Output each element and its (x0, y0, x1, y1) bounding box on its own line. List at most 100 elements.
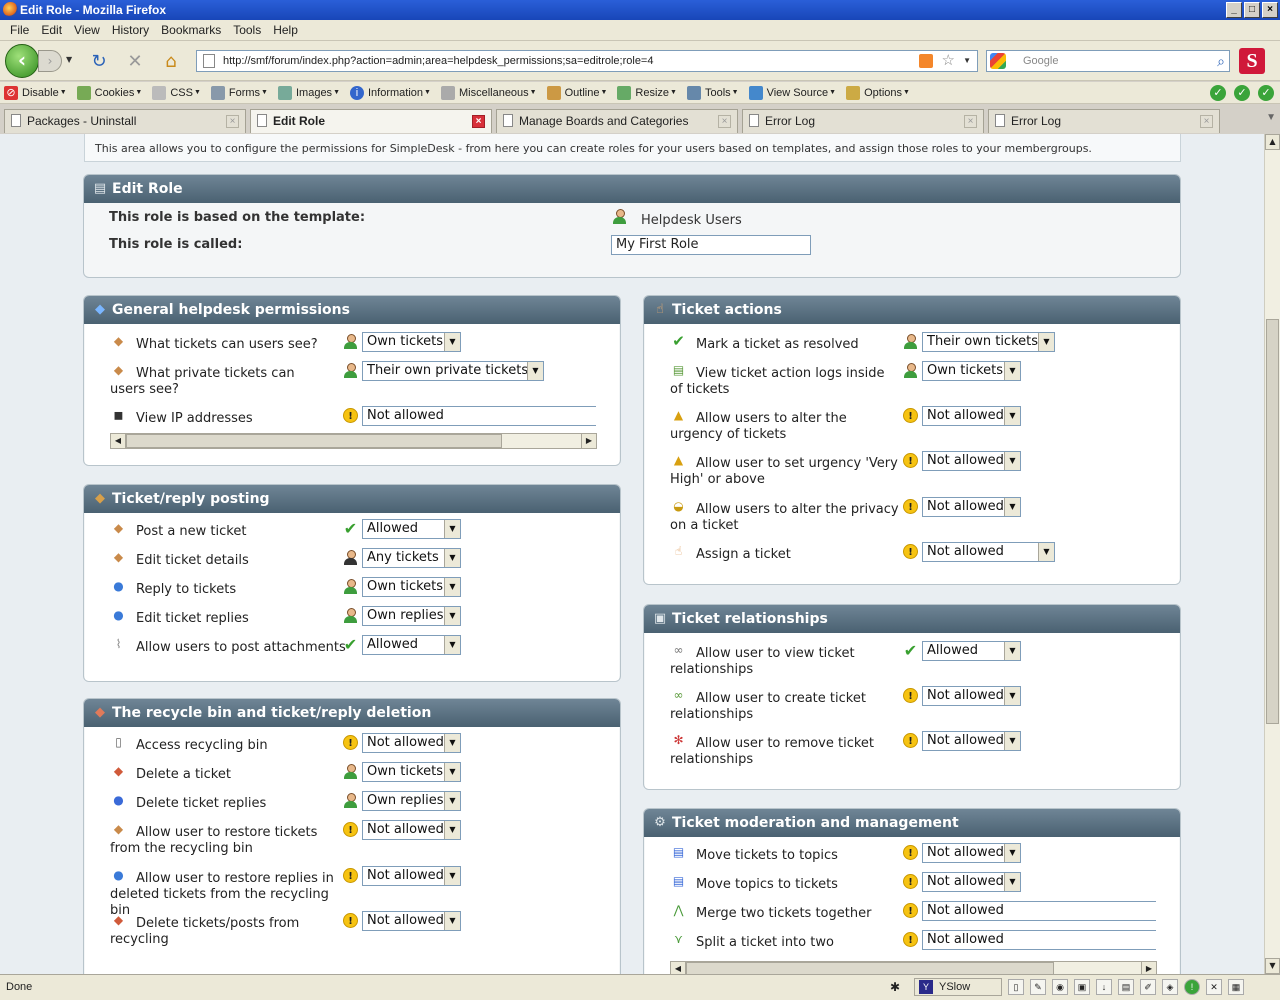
forms-menu[interactable]: Forms ▼ (210, 85, 268, 100)
tab-error-log-2[interactable]: Error Log × (988, 109, 1220, 133)
menu-tools[interactable]: Tools (227, 23, 267, 37)
delete-replies-select[interactable]: Own replies ▼ (362, 791, 461, 811)
pen-icon[interactable]: ✎ (1030, 979, 1046, 995)
back-button[interactable]: ‹ (5, 44, 39, 78)
role-name-input[interactable]: My First Role (611, 235, 811, 255)
tab-packages-uninstall[interactable]: Packages - Uninstall × (4, 109, 246, 133)
images-menu[interactable]: Images ▼ (277, 85, 340, 100)
history-dropdown-icon[interactable]: ▼ (66, 55, 72, 64)
outline-menu[interactable]: Outline ▼ (546, 85, 607, 100)
attachments-select[interactable]: Allowed ▼ (362, 635, 461, 655)
resolve-select[interactable]: Their own tickets ▼ (922, 332, 1055, 352)
url-input[interactable]: http://smf/forum/index.php?action=admin;… (196, 50, 978, 72)
menu-help[interactable]: Help (267, 23, 304, 37)
home-icon[interactable]: ⌂ (160, 51, 182, 73)
rss-feed-icon[interactable] (919, 54, 933, 68)
information-menu[interactable]: i Information ▼ (350, 85, 431, 100)
close-tab-icon[interactable]: × (226, 115, 239, 128)
split-select[interactable]: Not allowed (922, 930, 1156, 950)
close-tab-icon[interactable]: × (964, 115, 977, 128)
recycling-bin-select[interactable]: Not allowed ▼ (362, 733, 461, 753)
scroll-down-icon[interactable]: ▼ (1265, 958, 1280, 974)
reply-tickets-select[interactable]: Own tickets ▼ (362, 577, 461, 597)
very-high-urgency-select[interactable]: Not allowed ▼ (922, 451, 1021, 471)
forward-button[interactable]: › (38, 50, 62, 72)
status-ok-icon[interactable]: ! (1184, 979, 1200, 995)
see-tickets-select[interactable]: Own tickets ▼ (362, 332, 461, 352)
restore-replies-select[interactable]: Not allowed ▼ (362, 866, 461, 886)
horizontal-scrollbar[interactable]: ◀ ▶ (670, 961, 1157, 974)
console-icon[interactable]: ▦ (1228, 979, 1244, 995)
scroll-up-icon[interactable]: ▲ (1265, 134, 1280, 150)
menu-history[interactable]: History (106, 23, 155, 37)
scroll-left-icon[interactable]: ◀ (111, 434, 126, 448)
tab-error-log[interactable]: Error Log × (742, 109, 984, 133)
scroll-right-icon[interactable]: ▶ (1141, 962, 1156, 974)
tab-edit-role[interactable]: Edit Role × (250, 109, 492, 133)
download-icon[interactable]: ↓ (1096, 979, 1112, 995)
create-relationships-select[interactable]: Not allowed ▼ (922, 686, 1021, 706)
private-tickets-select[interactable]: Their own private tickets ▼ (362, 361, 544, 381)
assign-select[interactable]: Not allowed ▼ (922, 542, 1055, 562)
delete-ticket-select[interactable]: Own tickets ▼ (362, 762, 461, 782)
scroll-left-icon[interactable]: ◀ (671, 962, 686, 974)
edit-replies-select[interactable]: Own replies ▼ (362, 606, 461, 626)
save-icon[interactable]: ▣ (1074, 979, 1090, 995)
page-info-icon[interactable]: ▯ (1008, 979, 1024, 995)
tab-list-icon[interactable]: ▼ (1266, 112, 1276, 123)
action-log-select[interactable]: Own tickets ▼ (922, 361, 1021, 381)
tab-manage-boards[interactable]: Manage Boards and Categories × (496, 109, 738, 133)
edit-ticket-select[interactable]: Any tickets ▼ (362, 548, 461, 568)
check-icon[interactable]: ✓ (1234, 85, 1250, 101)
menu-view[interactable]: View (68, 23, 106, 37)
scroll-thumb[interactable] (686, 962, 1054, 974)
security-icon[interactable]: ◈ (1162, 979, 1178, 995)
privacy-select[interactable]: Not allowed ▼ (922, 497, 1021, 517)
move-to-tickets-select[interactable]: Not allowed ▼ (922, 872, 1021, 892)
edit-icon[interactable]: ✐ (1140, 979, 1156, 995)
url-dropdown-icon[interactable]: ▼ (963, 51, 971, 71)
bookmark-star-icon[interactable]: ☆ (942, 51, 955, 71)
check-icon[interactable]: ✓ (1258, 85, 1274, 101)
css-menu[interactable]: CSS ▼ (152, 85, 201, 100)
menu-bookmarks[interactable]: Bookmarks (155, 23, 227, 37)
yslow-button[interactable]: Y YSlow (914, 978, 1002, 996)
tools-icon[interactable]: ✕ (1206, 979, 1222, 995)
maximize-button[interactable]: □ (1244, 2, 1260, 18)
cookies-menu[interactable]: Cookies ▼ (76, 85, 142, 100)
close-window-button[interactable]: × (1262, 2, 1278, 18)
search-icon[interactable]: ⌕ (1217, 51, 1225, 71)
reload-icon[interactable]: ↻ (88, 51, 110, 73)
network-icon[interactable]: ◉ (1052, 979, 1068, 995)
scroll-thumb[interactable] (1266, 319, 1279, 724)
menu-edit[interactable]: Edit (35, 23, 68, 37)
firebug-icon[interactable]: ✱ (890, 980, 900, 994)
google-engine-icon[interactable] (990, 53, 1006, 69)
disable-menu[interactable]: ⊘ Disable ▼ (4, 85, 67, 100)
restore-tickets-select[interactable]: Not allowed ▼ (362, 820, 461, 840)
horizontal-scrollbar[interactable]: ◀ ▶ (110, 433, 597, 449)
remove-relationships-select[interactable]: Not allowed ▼ (922, 731, 1021, 751)
vertical-scrollbar[interactable]: ▲ ▼ (1264, 134, 1280, 974)
scroll-thumb[interactable] (126, 434, 502, 448)
move-to-topics-select[interactable]: Not allowed ▼ (922, 843, 1021, 863)
resize-menu[interactable]: Resize ▼ (617, 85, 677, 100)
view-source-menu[interactable]: View Source ▼ (748, 85, 836, 100)
search-input[interactable]: Google ⌕ (986, 50, 1230, 72)
post-ticket-select[interactable]: Allowed ▼ (362, 519, 461, 539)
options-menu[interactable]: Options ▼ (846, 85, 910, 100)
alter-urgency-select[interactable]: Not allowed ▼ (922, 406, 1021, 426)
check-icon[interactable]: ✓ (1210, 85, 1226, 101)
stop-icon[interactable]: ✕ (124, 51, 146, 73)
close-tab-icon[interactable]: × (1200, 115, 1213, 128)
document-icon[interactable]: ▤ (1118, 979, 1134, 995)
purge-select[interactable]: Not allowed ▼ (362, 911, 461, 931)
menu-file[interactable]: File (4, 23, 35, 37)
miscellaneous-menu[interactable]: Miscellaneous ▼ (440, 85, 537, 100)
s-extension-icon[interactable]: S (1239, 48, 1265, 74)
merge-select[interactable]: Not allowed (922, 901, 1156, 921)
tools-menu[interactable]: Tools ▼ (686, 85, 739, 100)
scroll-right-icon[interactable]: ▶ (581, 434, 596, 448)
close-tab-icon[interactable]: × (472, 115, 485, 128)
minimize-button[interactable]: _ (1226, 2, 1242, 18)
